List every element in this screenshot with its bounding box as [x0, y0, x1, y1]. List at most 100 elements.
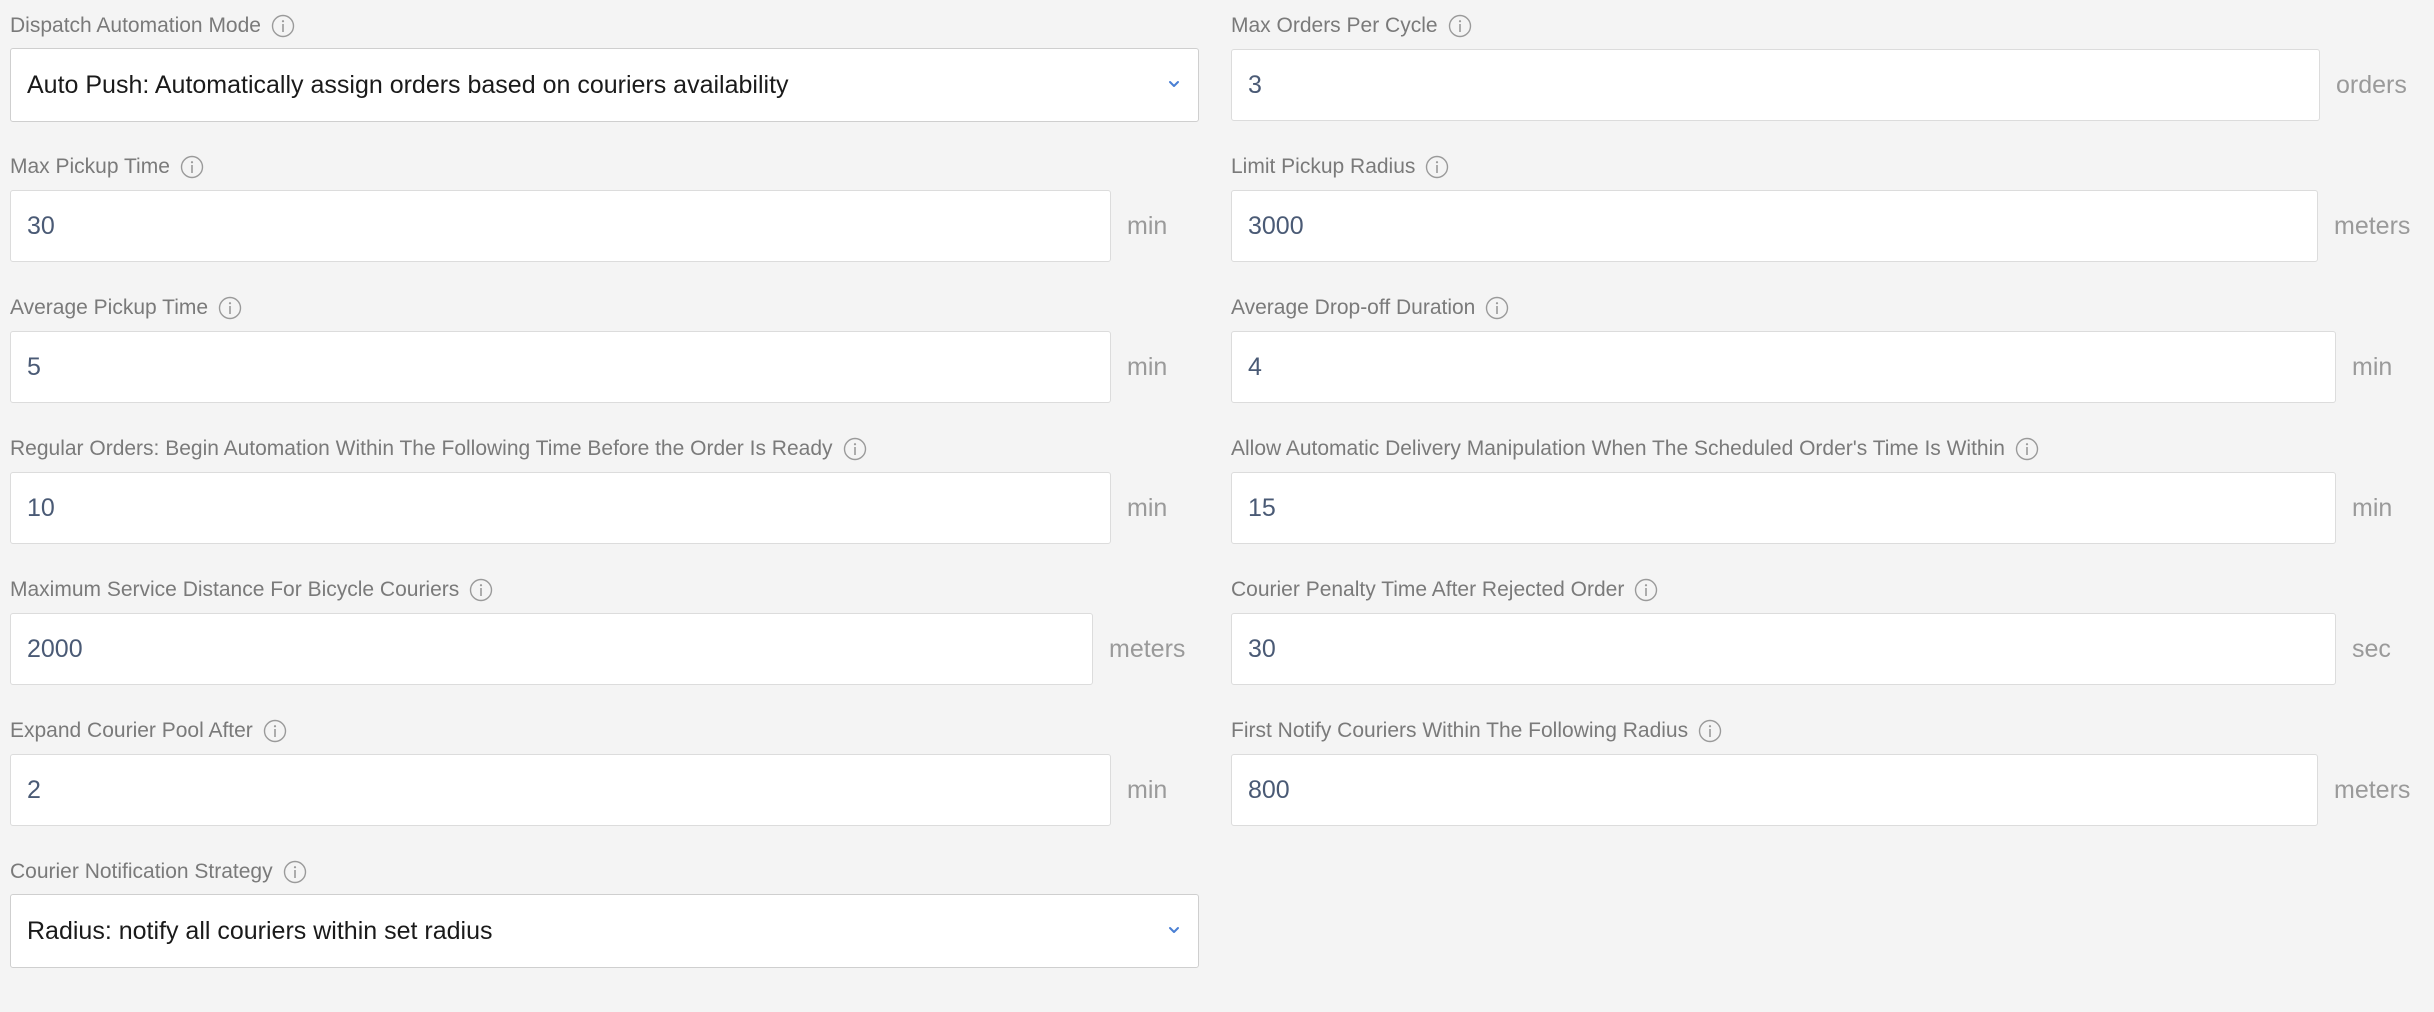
- field-limit-pickup-radius: Limit Pickup Radius 3000 meters: [1231, 151, 2424, 271]
- field-label-row: Courier Notification Strategy: [10, 856, 1199, 888]
- max-bicycle-distance-input[interactable]: 2000: [10, 613, 1093, 685]
- regular-orders-begin-input[interactable]: 10: [10, 472, 1111, 544]
- dispatch-mode-select[interactable]: Auto Push: Automatically assign orders b…: [10, 48, 1199, 122]
- field-label-row: Limit Pickup Radius: [1231, 151, 2424, 183]
- field-label: Max Orders Per Cycle: [1231, 14, 1438, 37]
- field-label-row: Regular Orders: Begin Automation Within …: [10, 433, 1199, 465]
- field-label: Expand Courier Pool After: [10, 719, 253, 742]
- field-control-row: 10 min: [10, 471, 1199, 545]
- info-circle-icon[interactable]: [843, 437, 867, 461]
- courier-penalty-time-input[interactable]: 30: [1231, 613, 2336, 685]
- input-value: 800: [1248, 775, 1290, 804]
- field-control-row: 2000 meters: [10, 612, 1199, 686]
- field-label: Dispatch Automation Mode: [10, 14, 261, 37]
- input-value: 10: [27, 493, 55, 522]
- info-circle-icon[interactable]: [1634, 578, 1658, 602]
- info-circle-icon[interactable]: [1425, 155, 1449, 179]
- info-circle-icon[interactable]: [1698, 719, 1722, 743]
- field-label-row: Dispatch Automation Mode: [10, 10, 1199, 42]
- field-control-row: 2 min: [10, 753, 1199, 827]
- input-value: 30: [27, 211, 55, 240]
- field-control-row: Radius: notify all couriers within set r…: [10, 894, 1199, 968]
- expand-courier-pool-input[interactable]: 2: [10, 754, 1111, 826]
- input-value: 2000: [27, 634, 83, 663]
- chevron-down-icon[interactable]: [1166, 922, 1182, 938]
- field-label: Regular Orders: Begin Automation Within …: [10, 437, 833, 460]
- field-max-pickup-time: Max Pickup Time 30 min: [10, 151, 1199, 271]
- select-value: Radius: notify all couriers within set r…: [27, 916, 493, 945]
- allow-auto-delivery-input[interactable]: 15: [1231, 472, 2336, 544]
- limit-pickup-radius-input[interactable]: 3000: [1231, 190, 2318, 262]
- input-value: 15: [1248, 493, 1276, 522]
- field-first-notify-radius: First Notify Couriers Within The Followi…: [1231, 715, 2424, 835]
- info-circle-icon[interactable]: [271, 14, 295, 38]
- field-control-row: Auto Push: Automatically assign orders b…: [10, 48, 1199, 122]
- field-average-pickup-time: Average Pickup Time 5 min: [10, 292, 1199, 412]
- field-label: Maximum Service Distance For Bicycle Cou…: [10, 578, 460, 601]
- field-regular-orders-begin: Regular Orders: Begin Automation Within …: [10, 433, 1199, 553]
- average-pickup-time-input[interactable]: 5: [10, 331, 1111, 403]
- field-expand-courier-pool: Expand Courier Pool After 2 min: [10, 715, 1199, 835]
- field-label-row: Maximum Service Distance For Bicycle Cou…: [10, 574, 1199, 606]
- field-label: Average Pickup Time: [10, 296, 209, 319]
- unit-label: min: [1127, 211, 1168, 240]
- input-value: 4: [1248, 352, 1262, 381]
- info-circle-icon[interactable]: [1448, 14, 1472, 38]
- field-courier-penalty-time: Courier Penalty Time After Rejected Orde…: [1231, 574, 2424, 694]
- field-dispatch-mode: Dispatch Automation Mode Auto Push: Auto…: [10, 10, 1199, 130]
- field-control-row: 5 min: [10, 330, 1199, 404]
- field-label: Average Drop-off Duration: [1231, 296, 1476, 319]
- field-notification-strategy: Courier Notification Strategy Radius: no…: [10, 856, 1199, 976]
- field-control-row: 30 sec: [1231, 612, 2424, 686]
- field-label: Allow Automatic Delivery Manipulation Wh…: [1231, 437, 2005, 460]
- field-control-row: 4 min: [1231, 330, 2424, 404]
- unit-label: meters: [2334, 775, 2411, 804]
- unit-label: meters: [1109, 634, 1186, 663]
- unit-label: orders: [2336, 70, 2407, 99]
- field-label-row: Average Drop-off Duration: [1231, 292, 2424, 324]
- average-dropoff-duration-input[interactable]: 4: [1231, 331, 2336, 403]
- first-notify-radius-input[interactable]: 800: [1231, 754, 2318, 826]
- field-control-row: 3 orders: [1231, 48, 2424, 122]
- field-label: First Notify Couriers Within The Followi…: [1231, 719, 1689, 742]
- field-max-bicycle-distance: Maximum Service Distance For Bicycle Cou…: [10, 574, 1199, 694]
- field-label: Limit Pickup Radius: [1231, 155, 1416, 178]
- field-label-row: Max Pickup Time: [10, 151, 1199, 183]
- input-value: 5: [27, 352, 41, 381]
- field-max-orders-per-cycle: Max Orders Per Cycle 3 orders: [1231, 10, 2424, 130]
- input-value: 3: [1248, 70, 1262, 99]
- max-pickup-time-input[interactable]: 30: [10, 190, 1111, 262]
- info-circle-icon[interactable]: [2015, 437, 2039, 461]
- select-value: Auto Push: Automatically assign orders b…: [27, 70, 789, 99]
- field-control-row: 800 meters: [1231, 753, 2424, 827]
- info-circle-icon[interactable]: [1485, 296, 1509, 320]
- unit-label: sec: [2352, 634, 2391, 663]
- unit-label: min: [1127, 775, 1168, 804]
- info-circle-icon[interactable]: [263, 719, 287, 743]
- field-label: Max Pickup Time: [10, 155, 170, 178]
- field-control-row: 3000 meters: [1231, 189, 2424, 263]
- notification-strategy-select[interactable]: Radius: notify all couriers within set r…: [10, 894, 1199, 968]
- max-orders-per-cycle-input[interactable]: 3: [1231, 49, 2320, 121]
- unit-label: min: [2352, 352, 2393, 381]
- unit-label: min: [2352, 493, 2393, 522]
- field-control-row: 30 min: [10, 189, 1199, 263]
- input-value: 3000: [1248, 211, 1304, 240]
- field-label-row: Max Orders Per Cycle: [1231, 10, 2424, 42]
- info-circle-icon[interactable]: [218, 296, 242, 320]
- dispatch-settings-form: Dispatch Automation Mode Auto Push: Auto…: [0, 0, 2434, 1012]
- field-label-row: Expand Courier Pool After: [10, 715, 1199, 747]
- info-circle-icon[interactable]: [283, 860, 307, 884]
- field-label-row: First Notify Couriers Within The Followi…: [1231, 715, 2424, 747]
- field-label-row: Average Pickup Time: [10, 292, 1199, 324]
- unit-label: min: [1127, 352, 1168, 381]
- field-label: Courier Penalty Time After Rejected Orde…: [1231, 578, 1625, 601]
- input-value: 2: [27, 775, 41, 804]
- info-circle-icon[interactable]: [180, 155, 204, 179]
- field-average-dropoff-duration: Average Drop-off Duration 4 min: [1231, 292, 2424, 412]
- unit-label: meters: [2334, 211, 2411, 240]
- unit-label: min: [1127, 493, 1168, 522]
- field-label-row: Courier Penalty Time After Rejected Orde…: [1231, 574, 2424, 606]
- info-circle-icon[interactable]: [469, 578, 493, 602]
- chevron-down-icon[interactable]: [1166, 76, 1182, 92]
